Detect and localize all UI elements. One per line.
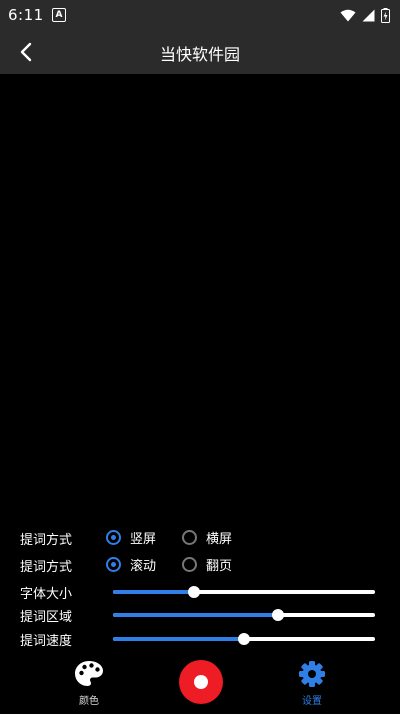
nav-color-label: 颜色 — [79, 696, 99, 707]
radio-scroll[interactable]: 滚动 — [106, 555, 156, 574]
font-size-row: 字体大小 — [0, 580, 400, 604]
mode-label: 提词方式 — [20, 560, 73, 575]
area-row: 提词区域 — [0, 603, 400, 627]
font-size-label: 字体大小 — [20, 587, 73, 602]
page-title: 当快软件园 — [159, 45, 240, 64]
area-slider[interactable] — [113, 609, 375, 621]
nav-settings-label: 设置 — [302, 696, 322, 707]
notification-app-icon: A — [52, 8, 66, 22]
radio-portrait[interactable]: 竖屏 — [106, 528, 156, 547]
mode-row: 提词方式 滚动 翻页 — [0, 553, 400, 577]
radio-scroll-indicator — [106, 557, 121, 572]
font-size-slider-fill — [113, 590, 195, 594]
record-button[interactable] — [179, 660, 223, 704]
nav-color[interactable]: 颜色 — [59, 660, 119, 707]
area-slider-thumb[interactable] — [272, 609, 285, 621]
radio-page-flip[interactable]: 翻页 — [182, 555, 232, 574]
gear-icon — [299, 661, 325, 687]
status-time: 6:11 — [8, 6, 44, 24]
status-bar: 6:11 A — [0, 0, 400, 30]
radio-scroll-label: 滚动 — [130, 559, 157, 574]
nav-settings[interactable]: 设置 — [282, 660, 342, 707]
speed-slider-thumb[interactable] — [238, 633, 250, 645]
speed-slider-fill — [113, 637, 244, 641]
speed-slider[interactable] — [113, 633, 375, 645]
radio-landscape-label: 横屏 — [206, 532, 233, 547]
status-indicators — [340, 7, 390, 23]
app-bar: 当快软件园 — [0, 30, 400, 74]
orientation-row: 提词方式 竖屏 横屏 — [0, 526, 400, 550]
speed-row: 提词速度 — [0, 627, 400, 651]
radio-page-flip-label: 翻页 — [206, 559, 233, 574]
radio-landscape-indicator — [182, 530, 197, 545]
area-slider-fill — [113, 613, 279, 617]
area-label: 提词区域 — [20, 610, 73, 625]
radio-page-flip-indicator — [182, 557, 197, 572]
radio-portrait-label: 竖屏 — [130, 532, 157, 547]
battery-icon — [381, 7, 390, 23]
record-dot-icon — [194, 675, 208, 689]
prompter-display-area[interactable] — [0, 74, 400, 524]
palette-icon — [75, 661, 103, 686]
teleprompter-screen: 6:11 A 当快软件园 提词方式 竖屏 横屏 提词方式 滚动 翻页 字体大小 … — [0, 0, 400, 714]
radio-landscape[interactable]: 横屏 — [182, 528, 232, 547]
font-size-slider[interactable] — [113, 586, 375, 598]
font-size-slider-thumb[interactable] — [188, 586, 201, 598]
signal-icon — [362, 9, 375, 21]
speed-label: 提词速度 — [20, 634, 73, 649]
orientation-label: 提词方式 — [20, 533, 73, 548]
wifi-icon — [340, 9, 356, 21]
radio-portrait-indicator — [106, 530, 121, 545]
